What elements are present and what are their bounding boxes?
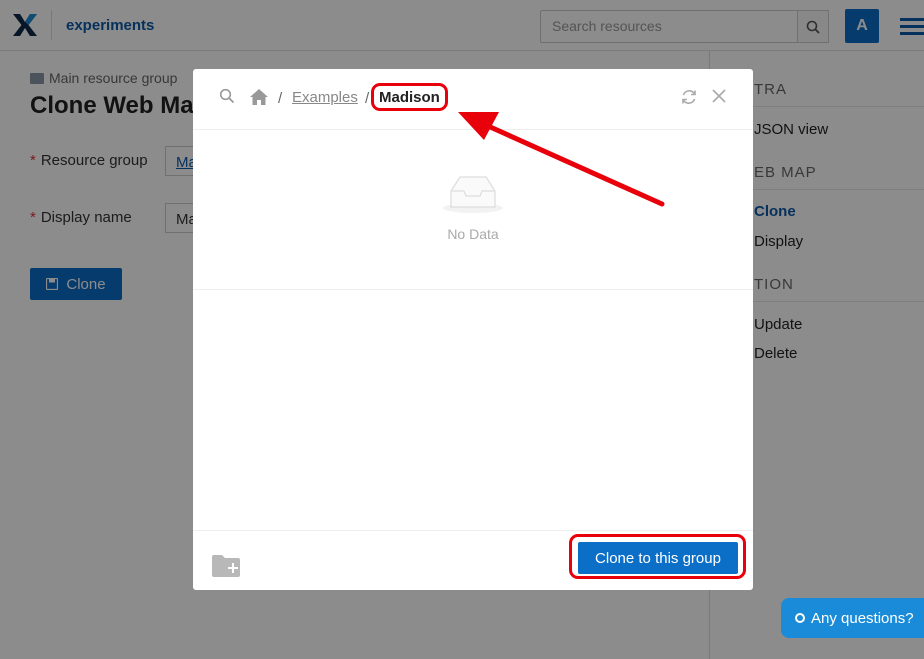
modal-divider <box>193 289 753 290</box>
empty-state-text: No Data <box>447 226 499 242</box>
home-icon[interactable] <box>249 88 269 106</box>
search-icon[interactable] <box>219 88 235 104</box>
close-icon[interactable] <box>711 88 727 104</box>
new-folder-icon[interactable] <box>211 554 241 578</box>
breadcrumb-examples[interactable]: Examples <box>292 89 358 106</box>
chat-support-button[interactable]: Any questions? <box>781 598 924 638</box>
highlight-current-group <box>371 83 448 111</box>
modal-header: / Examples / Madison <box>193 69 753 130</box>
empty-inbox-icon <box>443 176 503 213</box>
breadcrumb-separator: / <box>278 90 283 107</box>
highlight-clone-button <box>569 534 746 579</box>
breadcrumb-separator: / <box>365 90 370 107</box>
chat-icon <box>795 613 805 623</box>
resource-picker-modal: / Examples / Madison No Data Clone to th… <box>193 69 753 590</box>
chat-label: Any questions? <box>811 609 914 627</box>
refresh-icon[interactable] <box>680 88 698 106</box>
